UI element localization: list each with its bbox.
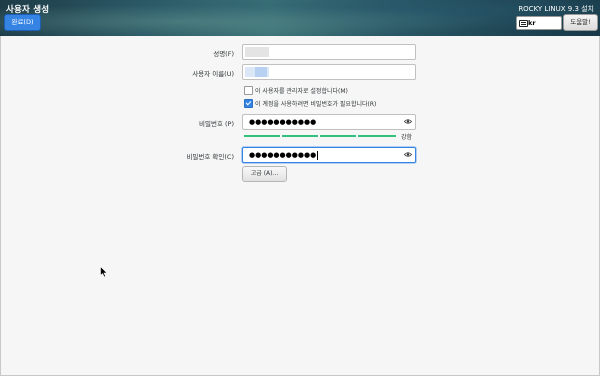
keyboard-layout-label: kr [528, 19, 536, 27]
eye-icon[interactable] [404, 118, 412, 125]
require-password-checkbox-label[interactable]: 이 계정을 사용하려면 비밀번호가 필요합니다(R) [255, 99, 376, 108]
strength-label: 강함 [401, 134, 413, 141]
strength-segment [358, 135, 396, 137]
strength-segment [320, 135, 356, 137]
help-button[interactable]: 도움말! [563, 14, 598, 31]
fullname-field[interactable] [242, 44, 416, 60]
password-mask: ●●●●●●●●●●● [249, 118, 317, 126]
confirm-password-field[interactable]: ●●●●●●●●●●● [242, 147, 416, 163]
strength-segment [244, 135, 280, 137]
username-field[interactable] [242, 64, 416, 80]
advanced-button[interactable]: 고급 (A)... [242, 166, 287, 182]
username-label: 사용자 이름(U) [192, 70, 234, 78]
confirm-password-label: 비밀번호 확인(C) [186, 153, 234, 161]
keyboard-icon [519, 20, 528, 27]
fullname-label: 성명(F) [213, 50, 234, 58]
done-button[interactable]: 완료(D) [4, 14, 41, 31]
password-field[interactable]: ●●●●●●●●●●● [242, 114, 416, 130]
require-password-checkbox[interactable] [244, 99, 253, 108]
header-bar: 사용자 생성 완료(D) ROCKY LINUX 9.3 설치 kr 도움말! [0, 0, 600, 36]
eye-icon[interactable] [404, 151, 412, 158]
mouse-pointer-icon [100, 266, 108, 278]
password-label: 비밀번호 (P) [199, 120, 234, 128]
username-value-redacted [245, 67, 269, 77]
admin-checkbox-label[interactable]: 이 사용자를 관리자로 설정합니다(M) [255, 86, 348, 95]
keyboard-layout-indicator[interactable]: kr [516, 16, 562, 30]
strength-segment [282, 135, 318, 137]
text-cursor [317, 150, 319, 160]
fullname-value-redacted [245, 47, 269, 57]
install-title: ROCKY LINUX 9.3 설치 [518, 5, 594, 13]
password-strength-meter [244, 135, 396, 138]
confirm-password-mask: ●●●●●●●●●●● [249, 150, 319, 160]
admin-checkbox[interactable] [244, 86, 253, 95]
